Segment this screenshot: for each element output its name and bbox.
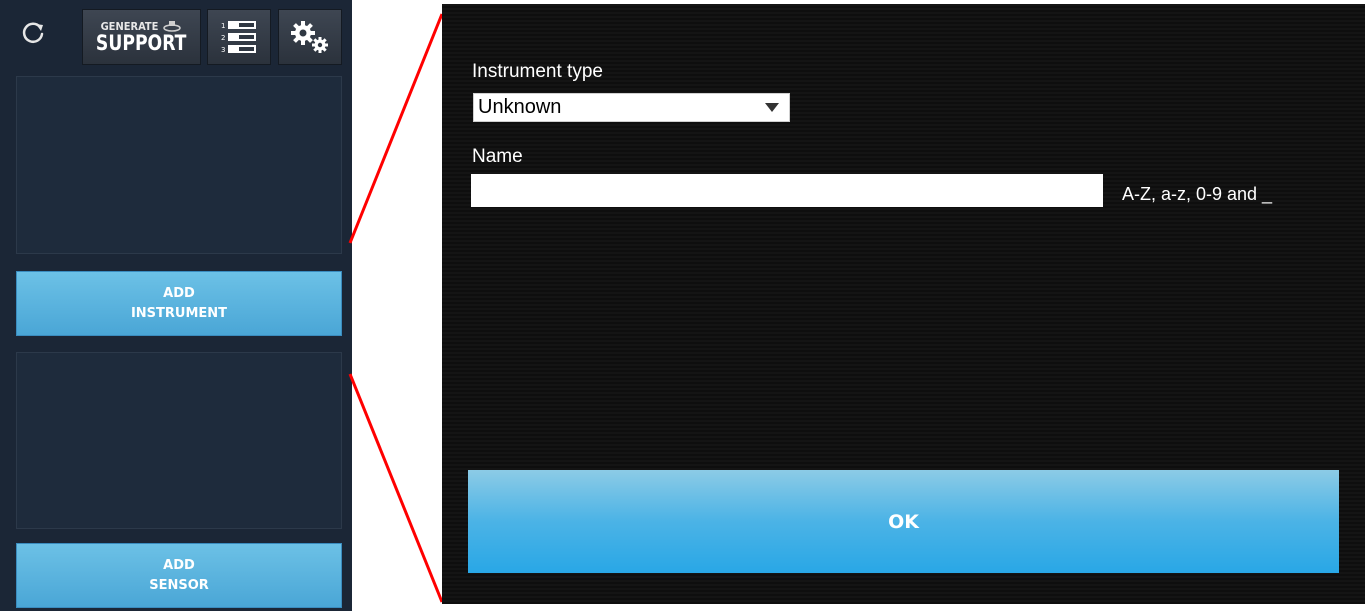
refresh-icon[interactable] <box>20 20 46 46</box>
gears-icon <box>291 21 328 53</box>
svg-text:2: 2 <box>221 34 225 42</box>
instrument-type-value: Unknown <box>478 96 562 118</box>
numbered-list-button[interactable]: 1 2 3 <box>207 9 271 65</box>
instrument-type-dropdown[interactable]: Unknown <box>473 93 790 122</box>
add-instrument-dialog: Instrument type Unknown Name A-Z, a-z, 0… <box>442 4 1365 604</box>
add-instrument-label-line1: ADD <box>163 285 195 301</box>
add-instrument-label-line2: INSTRUMENT <box>130 305 228 321</box>
instrument-type-label: Instrument type <box>472 61 603 82</box>
connector-line-bottom <box>348 373 444 603</box>
add-sensor-label-line1: ADD <box>163 557 195 573</box>
add-instrument-button[interactable]: ADD INSTRUMENT <box>16 271 342 336</box>
add-sensor-label-line2: SENSOR <box>149 577 209 593</box>
svg-text:1: 1 <box>221 22 225 30</box>
instrument-list-panel <box>16 76 342 254</box>
support-label: SUPPORT <box>96 31 187 55</box>
svg-text:3: 3 <box>221 46 225 54</box>
ok-button[interactable]: OK <box>468 470 1339 573</box>
generate-support-button[interactable]: GENERATE SUPPORT <box>82 9 201 65</box>
connector-line-top <box>348 13 444 244</box>
name-hint: A-Z, a-z, 0-9 and _ <box>1122 184 1273 204</box>
settings-button[interactable] <box>278 9 342 65</box>
name-label: Name <box>472 146 523 167</box>
generate-label: GENERATE <box>100 19 159 33</box>
add-sensor-button[interactable]: ADD SENSOR <box>16 543 342 608</box>
chevron-down-icon[interactable] <box>765 103 779 112</box>
ok-label: OK <box>888 510 919 533</box>
sensor-list-panel <box>16 352 342 529</box>
name-input[interactable] <box>471 174 1103 207</box>
numbered-list-icon: 1 2 3 <box>221 21 256 54</box>
sidebar: GENERATE SUPPORT 1 2 3 ADD INSTRUMENT AD… <box>0 0 352 611</box>
